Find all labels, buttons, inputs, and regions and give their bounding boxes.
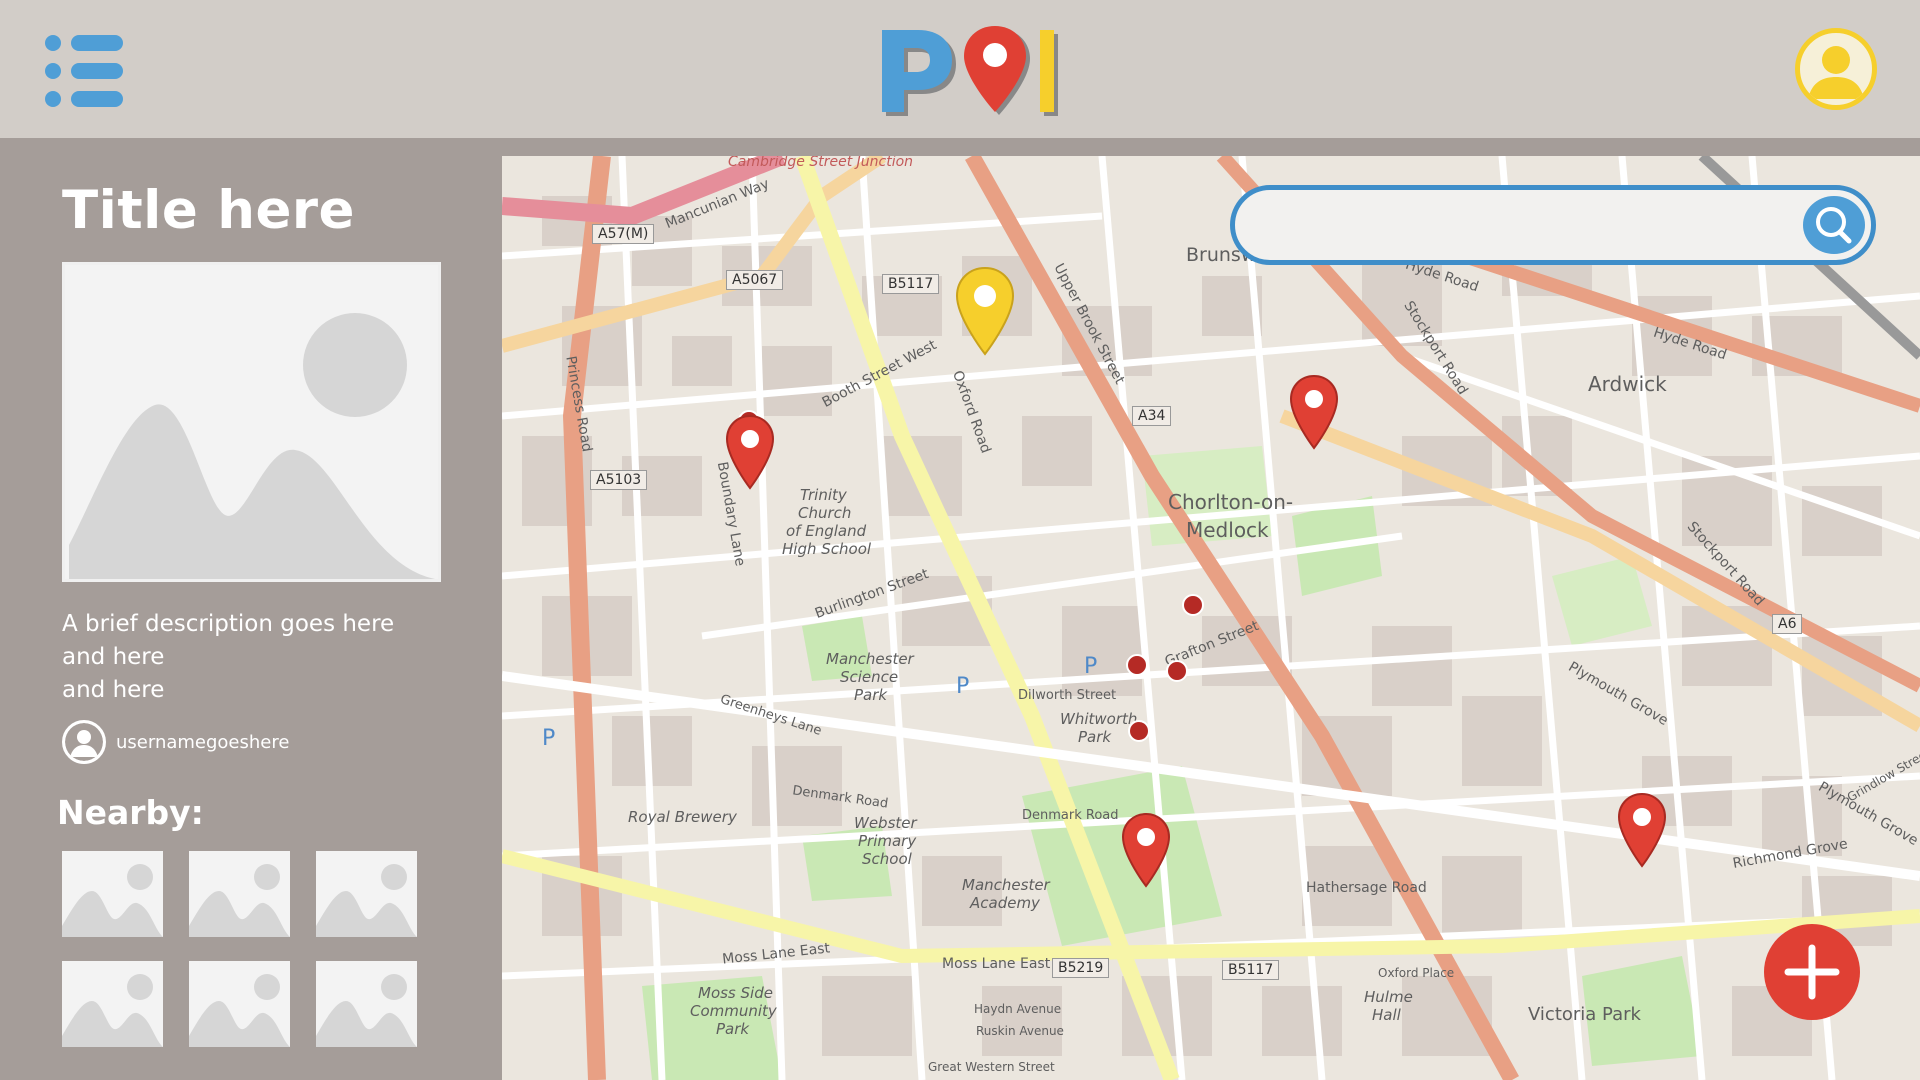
map-label: Manchester (962, 876, 1050, 894)
map-label: Oxford Place (1378, 966, 1455, 980)
map-label: Park (854, 686, 888, 704)
map-label: Dilworth Street (1018, 688, 1117, 703)
parking-icon: P (542, 726, 556, 751)
map-label: Park (716, 1020, 750, 1038)
road-shield: B5219 (1052, 958, 1110, 978)
map-label: Great Western Street (928, 1060, 1055, 1074)
map-label: Church (798, 504, 852, 522)
hamburger-menu-icon[interactable] (45, 33, 125, 109)
road-shield: A34 (1132, 406, 1172, 426)
map-label: Hulme (1364, 988, 1413, 1006)
map-label: Ardwick (1588, 372, 1667, 396)
logo-letter-p (882, 30, 956, 116)
map-view[interactable]: Cambridge Street Junction Mancunian Way … (502, 156, 1920, 1080)
map-label: Webster (854, 814, 917, 832)
logo-pin-icon (964, 26, 1030, 115)
map-marker-red[interactable] (1288, 374, 1340, 454)
hospital-icon[interactable] (1182, 594, 1204, 616)
poi-description: A brief description goes here and here a… (62, 611, 395, 703)
map-label: Ruskin Avenue (976, 1024, 1064, 1038)
hospital-icon[interactable] (1126, 654, 1148, 676)
nearby-thumbnail[interactable] (189, 961, 290, 1047)
map-label: of England (786, 522, 867, 540)
plus-icon[interactable] (1764, 924, 1860, 1020)
map-label: Chorlton-on- (1168, 490, 1294, 514)
map-label: School (862, 850, 912, 868)
user-avatar-icon[interactable] (1795, 28, 1877, 110)
hospital-icon[interactable] (1128, 720, 1150, 742)
logo-letter-i (1040, 30, 1058, 116)
author-row[interactable]: usernamegoeshere (62, 720, 289, 764)
map-label: Trinity (800, 486, 847, 504)
road-shield: A6 (1772, 614, 1803, 634)
map-label: High School (782, 540, 872, 558)
poi-title: Title here (62, 180, 355, 241)
parking-icon: P (1084, 654, 1098, 679)
map-label: Hathersage Road (1306, 880, 1427, 896)
road-shield: A5067 (726, 270, 784, 290)
map-label: Academy (970, 894, 1040, 912)
map-label: Denmark Road (1022, 808, 1119, 823)
map-label: Victoria Park (1528, 1004, 1641, 1025)
map-marker-red[interactable] (1120, 812, 1172, 892)
search-icon[interactable] (1803, 196, 1865, 254)
nearby-heading: Nearby: (57, 793, 204, 832)
map-search-bar (1230, 185, 1876, 265)
author-username[interactable]: usernamegoeshere (116, 732, 289, 753)
hospital-icon[interactable] (1166, 660, 1188, 682)
parking-icon: P (956, 674, 970, 699)
image-placeholder-icon (62, 262, 441, 582)
nearby-thumbnail[interactable] (316, 961, 417, 1047)
nearby-thumbnail[interactable] (62, 851, 163, 937)
road-shield: B5117 (882, 274, 940, 294)
road-shield: A57(M) (592, 224, 655, 244)
map-label: Park (1078, 728, 1112, 746)
map-label: Haydn Avenue (974, 1002, 1062, 1016)
map-label: Medlock (1186, 518, 1269, 542)
map-label: Royal Brewery (628, 808, 737, 826)
map-label: Moss Side (698, 984, 773, 1002)
nearby-thumbnail[interactable] (189, 851, 290, 937)
map-label: Moss Lane East (942, 956, 1051, 972)
nearby-thumbnail[interactable] (62, 961, 163, 1047)
map-marker-red[interactable] (1616, 792, 1668, 872)
nearby-grid (62, 851, 418, 1047)
map-marker-red[interactable] (724, 414, 776, 494)
map-label: Cambridge Street Junction (728, 156, 914, 170)
road-shield: B5117 (1222, 960, 1280, 980)
map-label: Science (840, 668, 899, 686)
map-label: Whitworth (1060, 710, 1138, 728)
search-input[interactable] (1265, 202, 1785, 248)
map-label: Manchester (826, 650, 914, 668)
user-avatar-icon (62, 720, 106, 764)
map-label: Primary (858, 832, 917, 850)
map-label: Hall (1372, 1006, 1401, 1024)
map-label: Community (690, 1002, 777, 1020)
road-shield: A5103 (590, 470, 648, 490)
nearby-thumbnail[interactable] (316, 851, 417, 937)
map-marker-yellow[interactable] (954, 266, 1016, 360)
app-logo (878, 20, 1068, 120)
app-header (0, 0, 1920, 138)
